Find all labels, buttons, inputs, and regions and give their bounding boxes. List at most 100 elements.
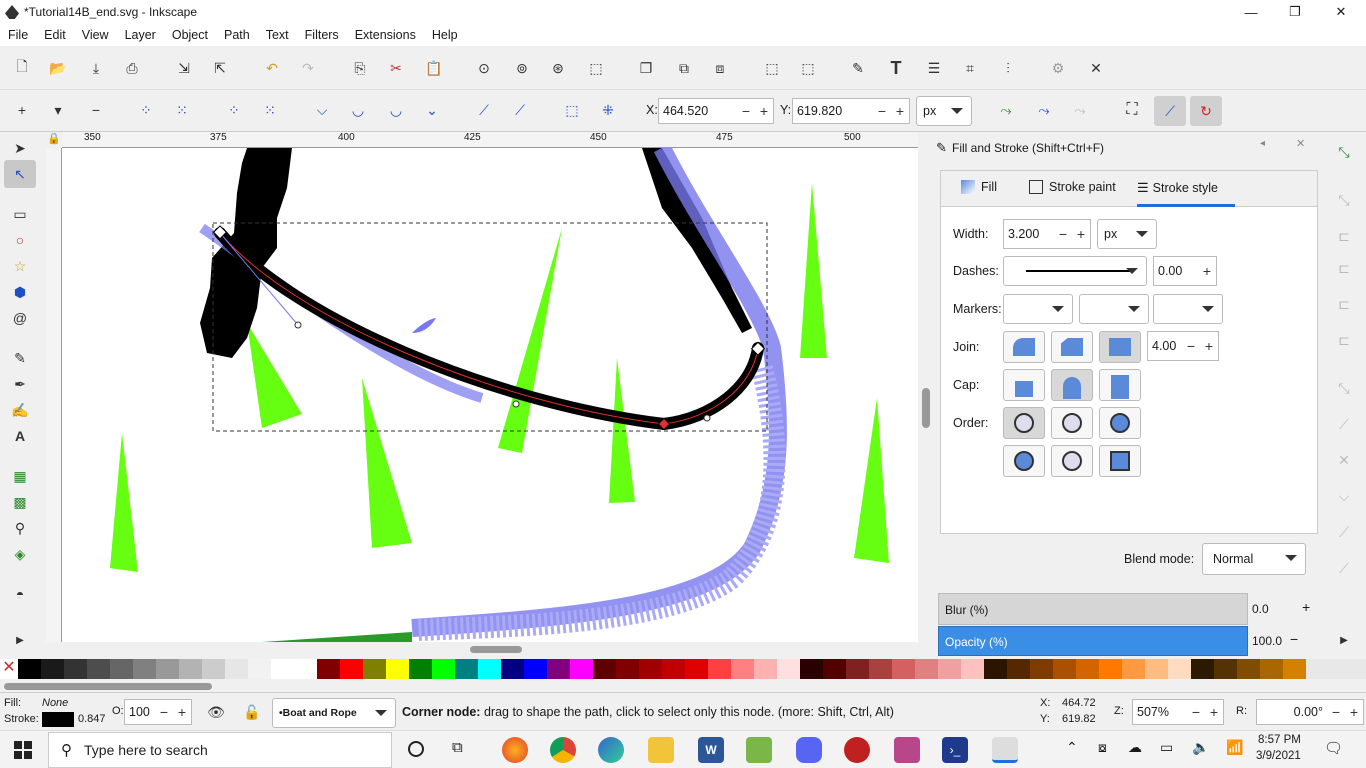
zoom-page-icon[interactable]: ⊛ xyxy=(546,56,570,80)
color-swatch[interactable] xyxy=(1237,659,1260,679)
snap-smooth-icon[interactable]: ⟋ xyxy=(1332,520,1356,544)
color-swatch[interactable] xyxy=(478,659,501,679)
file-explorer-icon[interactable] xyxy=(648,737,674,763)
color-swatch[interactable] xyxy=(1122,659,1145,679)
color-swatch[interactable] xyxy=(846,659,869,679)
horizontal-ruler[interactable]: 350 375 400 425 450 475 500 xyxy=(62,132,918,148)
node-handle[interactable] xyxy=(294,321,302,329)
show-outline-icon[interactable]: ↻ xyxy=(1190,96,1222,126)
xml-editor-icon[interactable]: ⌗ xyxy=(958,56,982,80)
object-to-path-icon[interactable]: ⬚ xyxy=(560,98,584,122)
menu-filters[interactable]: Filters xyxy=(297,28,347,42)
vertical-ruler[interactable] xyxy=(46,148,62,642)
menu-file[interactable]: File xyxy=(0,28,36,42)
opacity-decrement-button[interactable]: − xyxy=(1290,631,1298,647)
color-swatch[interactable] xyxy=(1191,659,1214,679)
tab-stroke-style[interactable]: ☰ Stroke style xyxy=(1137,171,1235,207)
zoom-field[interactable]: 507% − + xyxy=(1132,699,1224,725)
snap-toggle-icon[interactable]: ⤡ xyxy=(1332,140,1356,164)
snap-bbox-corner-icon[interactable]: ⊏ xyxy=(1332,256,1356,280)
color-swatch[interactable] xyxy=(1260,659,1283,679)
order-fill-markers-stroke-button[interactable] xyxy=(1099,407,1141,439)
powershell-icon[interactable]: ›_ xyxy=(942,737,968,763)
order-fill-stroke-markers-button[interactable] xyxy=(1003,407,1045,439)
order-markers-stroke-fill-button[interactable] xyxy=(1099,445,1141,477)
color-swatch[interactable] xyxy=(685,659,708,679)
node-handle[interactable] xyxy=(703,414,711,422)
color-swatch[interactable] xyxy=(547,659,570,679)
color-swatch[interactable] xyxy=(1053,659,1076,679)
color-swatch[interactable] xyxy=(87,659,110,679)
save-icon[interactable]: ⤓ xyxy=(84,56,108,80)
new-document-icon[interactable]: 🗋 xyxy=(10,56,34,80)
menu-object[interactable]: Object xyxy=(164,28,216,42)
join-nodes-icon[interactable]: ⁘ xyxy=(134,98,158,122)
color-swatch[interactable] xyxy=(1145,659,1168,679)
cut-icon[interactable]: ✂ xyxy=(384,56,408,80)
tweak-tool-icon[interactable]: ◓ xyxy=(8,582,32,606)
color-swatch[interactable] xyxy=(156,659,179,679)
delete-node-icon[interactable]: − xyxy=(84,98,108,122)
edge-icon[interactable] xyxy=(598,737,624,763)
color-swatch[interactable] xyxy=(1283,659,1306,679)
palette-scrollbar[interactable] xyxy=(0,680,1366,692)
stroke-to-path-icon[interactable]: ⁜ xyxy=(596,98,620,122)
color-swatch[interactable] xyxy=(1099,659,1122,679)
3d-box-tool-icon[interactable]: ⬢ xyxy=(8,280,32,304)
color-swatch[interactable] xyxy=(340,659,363,679)
color-swatch[interactable] xyxy=(64,659,87,679)
order-stroke-fill-markers-button[interactable] xyxy=(1051,407,1093,439)
document-properties-icon[interactable]: ⚙ xyxy=(1046,56,1070,80)
y-coordinate-field[interactable]: 619.820 − + xyxy=(792,98,910,124)
transform-handles-icon[interactable]: ⛶ xyxy=(1120,98,1144,122)
drawing-canvas[interactable] xyxy=(62,148,918,642)
snap-nodes-icon[interactable]: ⤡ xyxy=(1332,376,1356,400)
minimize-button[interactable]: — xyxy=(1228,0,1274,24)
snap-line-mid-icon[interactable]: ⟋ xyxy=(1332,556,1356,580)
object-opacity-increment-button[interactable]: + xyxy=(173,704,191,720)
color-swatch[interactable] xyxy=(961,659,984,679)
onedrive-icon[interactable]: ☁ xyxy=(1128,739,1142,756)
unlink-clone-icon[interactable]: ⧈ xyxy=(708,56,732,80)
layer-visibility-icon[interactable]: 👁 xyxy=(204,700,228,724)
path-clip-edit-icon[interactable]: ⤳ xyxy=(1032,98,1056,122)
firefox-icon[interactable] xyxy=(502,737,528,763)
stroke-width-field[interactable]: 3.200 − + xyxy=(1003,219,1091,249)
color-swatch[interactable] xyxy=(616,659,639,679)
text-font-icon[interactable]: T xyxy=(884,56,908,80)
cap-round-button[interactable] xyxy=(1051,369,1093,401)
color-swatch[interactable] xyxy=(639,659,662,679)
preferences-icon[interactable]: ✕ xyxy=(1084,56,1108,80)
object-opacity-field[interactable]: 100 − + xyxy=(124,699,192,725)
color-swatch[interactable] xyxy=(1076,659,1099,679)
menu-path[interactable]: Path xyxy=(216,28,258,42)
end-marker-select[interactable] xyxy=(1153,294,1223,324)
zoom-increment-button[interactable]: + xyxy=(1205,704,1223,720)
join-segment-icon[interactable]: ⁘ xyxy=(222,98,246,122)
windows-start-icon[interactable] xyxy=(14,741,32,759)
selector-tool-icon[interactable]: ➤ xyxy=(8,136,32,160)
node-symmetric-icon[interactable]: ◡ xyxy=(384,98,408,122)
battery-icon[interactable]: ▭ xyxy=(1160,739,1173,756)
redo-icon[interactable]: ↷ xyxy=(296,56,320,80)
gradient-tool-icon[interactable]: ▦ xyxy=(8,464,32,488)
color-swatch[interactable] xyxy=(915,659,938,679)
opacity-slider[interactable]: Opacity (%) xyxy=(938,626,1248,656)
toolbox-expand-icon[interactable]: ▶ xyxy=(8,628,32,652)
cortana-icon[interactable] xyxy=(408,741,424,757)
color-swatch[interactable] xyxy=(202,659,225,679)
color-swatch[interactable] xyxy=(271,659,294,679)
discord-icon[interactable] xyxy=(796,737,822,763)
color-swatch[interactable] xyxy=(501,659,524,679)
segment-line-icon[interactable]: ⟋ xyxy=(472,98,496,122)
taskbar-search-box[interactable]: ⚲ Type here to search xyxy=(48,732,392,768)
copy-icon[interactable]: ⎘ xyxy=(348,56,372,80)
join-bevel-button[interactable] xyxy=(1051,331,1093,363)
snap-bbox-icon[interactable]: ⤡ xyxy=(1332,188,1356,212)
unit-select[interactable]: px xyxy=(916,96,972,126)
color-swatch[interactable] xyxy=(110,659,133,679)
color-swatch[interactable] xyxy=(593,659,616,679)
insert-node-icon[interactable]: + xyxy=(10,98,34,122)
clone-icon[interactable]: ⧉ xyxy=(672,56,696,80)
cap-butt-button[interactable] xyxy=(1003,369,1045,401)
